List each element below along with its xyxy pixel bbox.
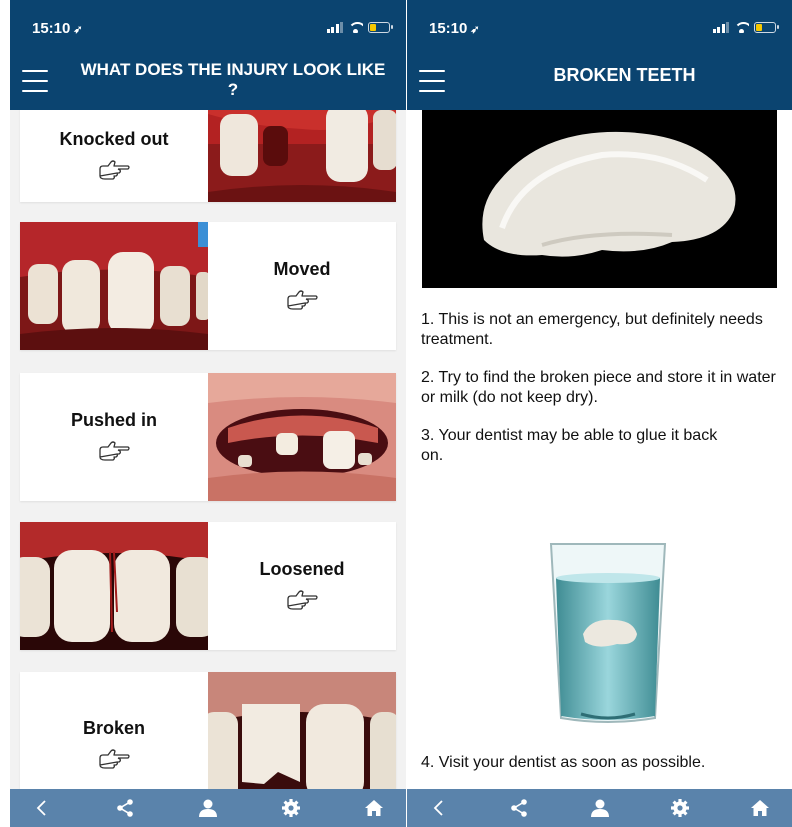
status-time: 15:10 ➶ (32, 20, 83, 37)
bottom-tab-bar (407, 789, 792, 827)
back-icon[interactable] (425, 794, 453, 822)
profile-icon[interactable] (586, 794, 614, 822)
loosened-photo (20, 522, 208, 650)
glass-of-water-illustration (547, 540, 669, 725)
broken-teeth-content[interactable]: 1. This is not an emergency, but definit… (407, 110, 792, 789)
signal-icon (326, 22, 343, 33)
page-title: WHAT DOES THE INJURY LOOK LIKE ? (80, 60, 386, 99)
card-label: Knocked out (59, 128, 169, 149)
status-bar: 15:10 ➶ (407, 0, 792, 60)
pointing-hand-right-icon (287, 589, 318, 610)
bottom-tab-bar (10, 789, 406, 827)
profile-icon[interactable] (194, 794, 222, 822)
settings-icon[interactable] (277, 794, 305, 822)
card-label: Moved (273, 258, 331, 279)
broken-tooth-fragment-photo (422, 110, 777, 288)
step-1: 1. This is not an emergency, but definit… (421, 311, 763, 348)
pointing-hand-right-icon (99, 748, 130, 769)
location-arrow-icon: ➶ (470, 24, 480, 36)
status-time: 15:10 ➶ (429, 20, 480, 37)
status-bar: 15:10 ➶ (10, 0, 406, 60)
card-label: Pushed in (70, 409, 157, 430)
injury-card-list[interactable]: Knocked out Moved Pushed in Loosened Bro… (10, 110, 406, 789)
knocked-out-photo (208, 110, 396, 202)
broken-photo (208, 672, 396, 789)
nav-bar: WHAT DOES THE INJURY LOOK LIKE ? (10, 56, 406, 110)
battery-icon (754, 22, 779, 33)
moved-photo (20, 222, 208, 350)
share-icon[interactable] (111, 794, 139, 822)
step-4: 4. Visit your dentist as soon as possibl… (421, 754, 706, 771)
home-icon[interactable] (746, 794, 774, 822)
card-label: Broken (82, 717, 145, 738)
pointing-hand-right-icon (99, 159, 130, 180)
battery-icon (368, 22, 393, 33)
step-3: 3. Your dentist may be able to glue it b… (421, 427, 718, 464)
card-pushed-in[interactable]: Pushed in (20, 373, 396, 501)
card-knocked-out[interactable]: Knocked out (20, 110, 396, 202)
wifi-icon (734, 22, 749, 33)
share-icon[interactable] (505, 794, 533, 822)
page-title: BROKEN TEETH (553, 65, 696, 85)
injury-list-screen: 15:10 ➶ WHAT DOES THE INJURY LOOK LIKE ? … (10, 0, 406, 827)
card-moved[interactable]: Moved (20, 222, 396, 350)
pushed-in-photo (208, 373, 396, 501)
broken-teeth-screen: 15:10 ➶ BROKEN TEETH 1. This is not an em… (407, 0, 792, 827)
card-broken[interactable]: Broken (20, 672, 396, 789)
card-loosened[interactable]: Loosened (20, 522, 396, 650)
menu-icon[interactable] (22, 70, 48, 92)
menu-icon[interactable] (419, 70, 445, 92)
back-icon[interactable] (28, 794, 56, 822)
wifi-icon (348, 22, 363, 33)
location-arrow-icon: ➶ (73, 24, 83, 36)
pointing-hand-right-icon (99, 440, 130, 461)
pointing-hand-right-icon (287, 289, 318, 310)
nav-bar: BROKEN TEETH (407, 56, 792, 110)
settings-icon[interactable] (666, 794, 694, 822)
step-2: 2. Try to find the broken piece and stor… (421, 369, 776, 406)
card-label: Loosened (259, 558, 345, 579)
instructions: 1. This is not an emergency, but definit… (421, 310, 784, 484)
home-icon[interactable] (360, 794, 388, 822)
signal-icon (712, 22, 729, 33)
